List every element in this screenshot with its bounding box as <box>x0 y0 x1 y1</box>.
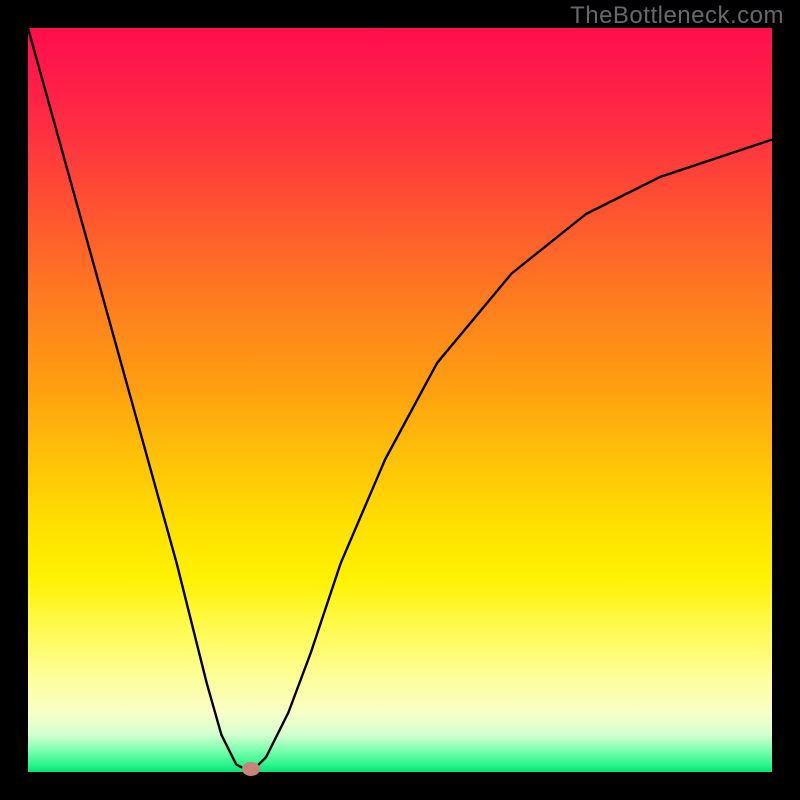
watermark-label: TheBottleneck.com <box>570 2 784 30</box>
bottleneck-curve-line <box>28 28 772 772</box>
plot-area <box>28 28 772 772</box>
optimum-marker-dot <box>242 762 260 776</box>
chart-frame: TheBottleneck.com <box>0 0 800 800</box>
bottleneck-curve <box>28 28 772 772</box>
